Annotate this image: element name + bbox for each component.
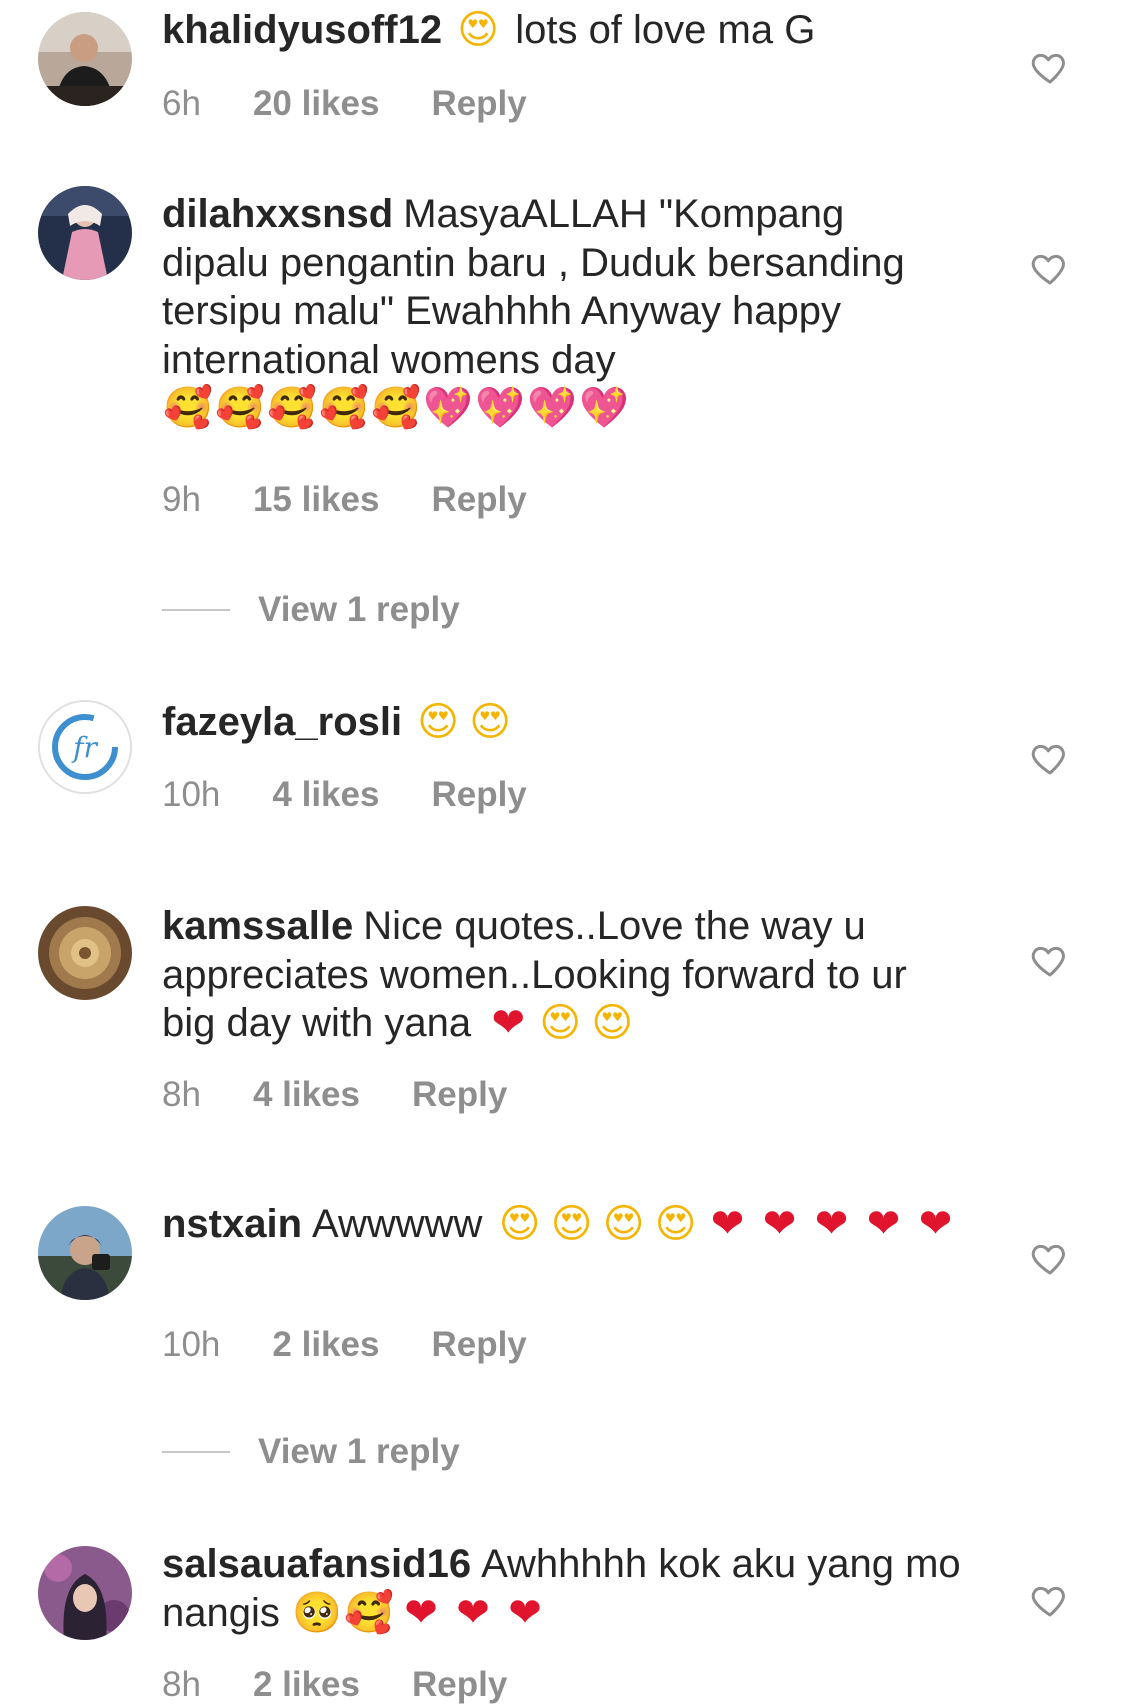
avatar[interactable] <box>38 1546 132 1640</box>
comment-meta: 6h 20 likes Reply <box>162 84 527 124</box>
sparkling-heart-emoji: 💖 <box>475 385 525 431</box>
reply-button[interactable]: Reply <box>431 480 526 520</box>
comment-text: kamssalle Nice quotes..Love the way u app… <box>162 902 962 1048</box>
smiling-face-with-hearts-emoji: 🥰 <box>163 385 213 431</box>
heart-eyes-emoji: 😍 <box>550 1201 593 1247</box>
smiling-face-with-hearts-emoji: 🥰 <box>371 385 421 431</box>
heart-eyes-emoji: 😍 <box>539 1000 582 1046</box>
avatar[interactable] <box>38 186 132 280</box>
view-replies-button[interactable]: View 1 reply <box>162 1432 460 1472</box>
reply-button[interactable]: Reply <box>431 84 526 124</box>
avatar[interactable] <box>38 1206 132 1300</box>
smiling-face-with-hearts-emoji: 🥰 <box>344 1589 394 1636</box>
view-replies-label[interactable]: View 1 reply <box>258 590 460 630</box>
avatar[interactable] <box>38 906 132 1000</box>
reply-button[interactable]: Reply <box>431 1325 526 1365</box>
comment-username[interactable]: kamssalle <box>162 904 353 948</box>
heart-eyes-emoji: 😍 <box>591 1000 634 1046</box>
comment-username[interactable]: khalidyusoff12 <box>162 8 442 52</box>
heart-eyes-emoji: 😍 <box>469 699 511 745</box>
smiling-face-with-hearts-emoji: 🥰 <box>267 385 317 431</box>
heart-eyes-emoji: 😍 <box>498 1201 541 1247</box>
comment-text: dilahxxsnsd MasyaALLAH "Kompang dipalu pe… <box>162 190 962 433</box>
sparkling-heart-emoji: 💖 <box>527 385 577 431</box>
comment-likes[interactable]: 4 likes <box>272 775 379 815</box>
avatar[interactable] <box>38 12 132 106</box>
comment-likes[interactable]: 20 likes <box>253 84 380 124</box>
comment-body: Awwwww <box>312 1202 483 1246</box>
comment-time: 10h <box>162 775 221 814</box>
sparkling-heart-emoji: 💖 <box>579 385 629 431</box>
heart-outline-icon[interactable] <box>1030 47 1070 87</box>
reply-button[interactable]: Reply <box>412 1075 507 1115</box>
comment-text: nstxain Awwwww 😍 😍 😍 😍 ❤ ❤ ❤ ❤ ❤ <box>162 1200 962 1249</box>
red-heart-emoji: ❤ <box>918 1201 953 1247</box>
comment-username[interactable]: fazeyla_rosli <box>162 700 402 744</box>
smiling-face-with-hearts-emoji: 🥰 <box>319 385 369 431</box>
comment-text: fazeyla_rosli 😍 😍 <box>162 698 962 747</box>
view-replies-button[interactable]: View 1 reply <box>162 590 460 630</box>
comment-likes[interactable]: 2 likes <box>272 1325 379 1365</box>
comment-body: lots of love ma G <box>515 8 816 52</box>
svg-text:fr: fr <box>71 731 98 764</box>
comment-time: 10h <box>162 1325 221 1364</box>
heart-outline-icon[interactable] <box>1030 940 1070 980</box>
avatar[interactable]: fr <box>38 700 132 794</box>
red-heart-emoji: ❤ <box>508 1589 542 1636</box>
comment-username[interactable]: salsauafansid16 <box>162 1542 471 1586</box>
red-heart-emoji: ❤ <box>456 1589 490 1636</box>
red-heart-emoji: ❤ <box>710 1201 745 1247</box>
comment-username[interactable]: nstxain <box>162 1202 302 1246</box>
sparkling-heart-emoji: 💖 <box>423 385 473 431</box>
comment-likes[interactable]: 2 likes <box>253 1665 360 1705</box>
heart-outline-icon[interactable] <box>1030 1580 1070 1620</box>
view-replies-label[interactable]: View 1 reply <box>258 1432 460 1472</box>
comment-likes[interactable]: 4 likes <box>253 1075 360 1115</box>
heart-eyes-emoji: 😍 <box>457 7 499 53</box>
heart-eyes-emoji: 😍 <box>417 699 459 745</box>
comment-time: 6h <box>162 84 201 123</box>
comment-text: salsauafansid16 Awhhhhh kok aku yang mo n… <box>162 1540 962 1637</box>
pleading-face-emoji: 🥺 <box>292 1589 342 1636</box>
reply-button[interactable]: Reply <box>412 1665 507 1705</box>
comment-text: khalidyusoff12 😍 lots of love ma G <box>162 6 962 55</box>
red-heart-emoji: ❤ <box>404 1589 438 1636</box>
heart-eyes-emoji: 😍 <box>602 1201 645 1247</box>
divider <box>162 1451 230 1453</box>
reply-button[interactable]: Reply <box>431 775 526 815</box>
comment-time: 9h <box>162 480 201 519</box>
comment-time: 8h <box>162 1665 201 1704</box>
comment-meta: 10h 2 likes Reply <box>162 1325 527 1365</box>
heart-outline-icon[interactable] <box>1030 1238 1070 1278</box>
comment-meta: 8h 4 likes Reply <box>162 1075 507 1115</box>
heart-outline-icon[interactable] <box>1030 738 1070 778</box>
red-heart-emoji: ❤ <box>491 1000 525 1046</box>
comment-likes[interactable]: 15 likes <box>253 480 380 520</box>
comment-username[interactable]: dilahxxsnsd <box>162 192 393 236</box>
red-heart-emoji: ❤ <box>866 1201 901 1247</box>
comment-meta: 8h 2 likes Reply <box>162 1665 507 1705</box>
comment-meta: 9h 15 likes Reply <box>162 480 527 520</box>
divider <box>162 609 230 611</box>
red-heart-emoji: ❤ <box>814 1201 849 1247</box>
heart-outline-icon[interactable] <box>1030 248 1070 288</box>
smiling-face-with-hearts-emoji: 🥰 <box>215 385 265 431</box>
comment-time: 8h <box>162 1075 201 1114</box>
heart-eyes-emoji: 😍 <box>654 1201 697 1247</box>
comment-meta: 10h 4 likes Reply <box>162 775 527 815</box>
red-heart-emoji: ❤ <box>762 1201 797 1247</box>
